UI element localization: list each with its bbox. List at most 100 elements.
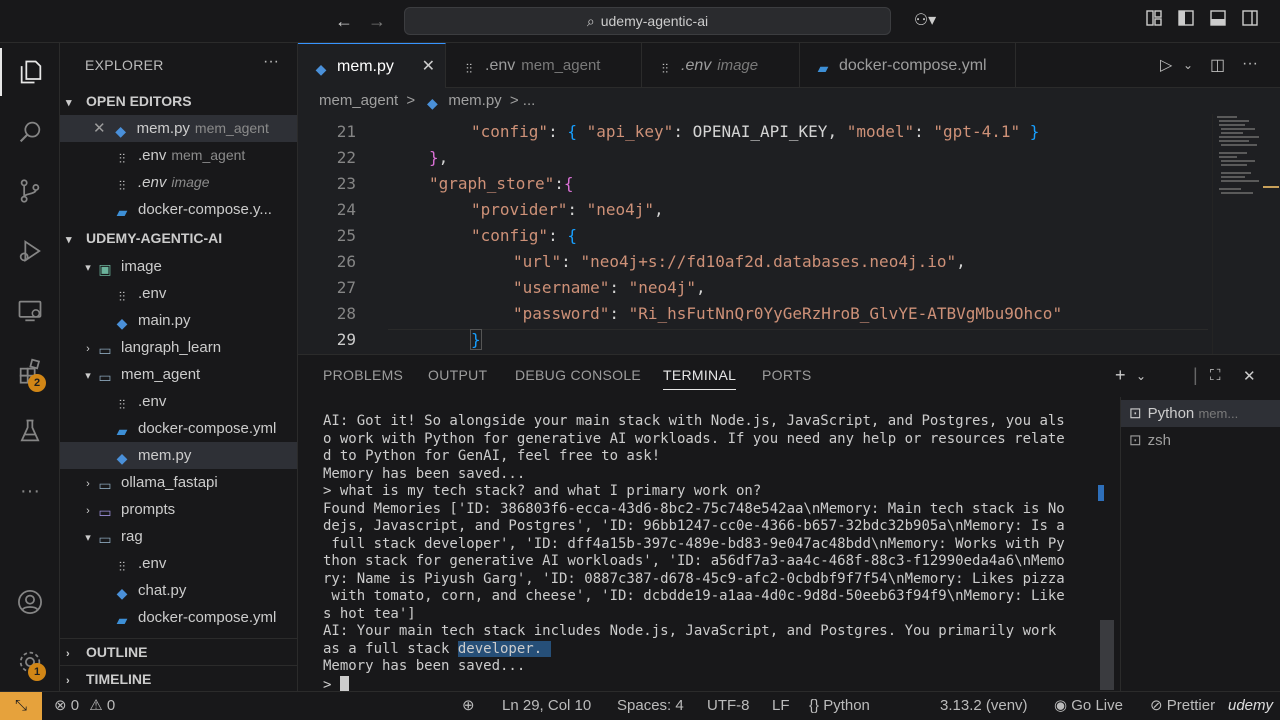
- terminal-scrollbar[interactable]: [1100, 620, 1114, 690]
- terminal-item-zsh[interactable]: ⊡ zsh: [1121, 427, 1280, 454]
- tab-terminal[interactable]: TERMINAL: [663, 367, 737, 390]
- terminal-line: AI: Got it! So alongside your main stack…: [323, 413, 1065, 429]
- settings-badge: 1: [28, 663, 46, 681]
- tree-file[interactable]: ▰ docker-compose.yml: [60, 415, 297, 442]
- split-editor-icon[interactable]: ◫: [1210, 55, 1225, 75]
- testing-flask-icon[interactable]: [0, 407, 60, 455]
- chevron-down-icon[interactable]: ⌄: [1136, 369, 1146, 383]
- copilot-icon[interactable]: ⚇▾: [905, 9, 945, 33]
- tree-file[interactable]: ◆ mem.py: [60, 442, 297, 469]
- encoding[interactable]: UTF-8: [707, 692, 750, 720]
- tree-file[interactable]: ⫶⫶ .env: [60, 280, 297, 307]
- open-editor-item[interactable]: ⫶⫶ .env image: [60, 169, 297, 196]
- go-live[interactable]: ◉ Go Live: [1054, 692, 1123, 720]
- customize-layout-icon[interactable]: [1142, 9, 1166, 33]
- env-file-icon: ⫶⫶: [118, 289, 126, 304]
- terminal-item-python[interactable]: ⊡ Python mem...: [1121, 400, 1280, 427]
- tree-file[interactable]: ▰ docker-compose.yml: [60, 604, 297, 631]
- new-terminal-plus-icon[interactable]: +: [1115, 365, 1126, 386]
- tree-folder[interactable]: › ▭ langraph_learn: [60, 334, 297, 361]
- env-file-icon: ⫶⫶: [118, 397, 126, 412]
- minimap[interactable]: [1212, 114, 1280, 354]
- remote-indicator-icon[interactable]: ⤡: [0, 692, 42, 720]
- indentation[interactable]: Spaces: 4: [617, 692, 684, 720]
- remote-explorer-icon[interactable]: [0, 287, 60, 335]
- prettier[interactable]: ⊘ Prettier: [1150, 692, 1215, 720]
- tree-file[interactable]: ⫶⫶ .env: [60, 388, 297, 415]
- more-actions-icon[interactable]: ···: [1242, 55, 1258, 73]
- python-interpreter[interactable]: 3.13.2 (venv): [940, 692, 1028, 720]
- more-dots-icon[interactable]: ···: [0, 467, 60, 515]
- source-control-icon[interactable]: [0, 167, 60, 215]
- settings-gear-icon[interactable]: 1: [0, 638, 60, 686]
- close-panel-icon[interactable]: ✕: [1243, 367, 1256, 385]
- zoom-icon[interactable]: ⊕: [462, 692, 475, 720]
- terminal-line: as a full stack developer.: [323, 640, 551, 657]
- chevron-down-icon[interactable]: ⌄: [1183, 58, 1193, 72]
- run-debug-icon[interactable]: [0, 227, 60, 275]
- folder-icon: ▭: [98, 342, 112, 358]
- cursor-position[interactable]: Ln 29, Col 10: [502, 692, 591, 720]
- outline-header[interactable]: › OUTLINE: [60, 638, 297, 664]
- tree-folder[interactable]: › ▭ ollama_fastapi: [60, 469, 297, 496]
- env-file-icon: ⫶⫶: [118, 559, 126, 574]
- terminal-output[interactable]: AI: Got it! So alongside your main stack…: [323, 413, 1093, 693]
- toggle-sidebar-icon[interactable]: [1174, 9, 1198, 33]
- search-icon[interactable]: [0, 108, 60, 156]
- tab-mem-py[interactable]: ◆ mem.py ✕: [298, 43, 446, 88]
- open-editor-item[interactable]: ⫶⫶ .env mem_agent: [60, 142, 297, 169]
- more-actions-icon[interactable]: ···: [263, 53, 279, 71]
- terminal-line: o work with Python for generative AI wor…: [323, 430, 1065, 447]
- open-editor-item[interactable]: ▰ docker-compose.y...: [60, 196, 297, 223]
- tree-file[interactable]: ⫶⫶ .env: [60, 550, 297, 577]
- tab-problems[interactable]: PROBLEMS: [323, 367, 403, 383]
- tree-folder[interactable]: ▾ ▭ rag: [60, 523, 297, 550]
- line-number: 24: [336, 200, 356, 219]
- language-mode[interactable]: {} Python: [809, 692, 870, 720]
- tree-folder[interactable]: ▾ ▭ mem_agent: [60, 361, 297, 388]
- explorer-icon[interactable]: [0, 48, 60, 96]
- breadcrumb-folder[interactable]: mem_agent: [319, 92, 398, 109]
- back-arrow-icon[interactable]: ←: [332, 9, 356, 33]
- close-icon[interactable]: ✕: [422, 44, 435, 89]
- line-number: 27: [336, 278, 356, 297]
- tab-debug-console[interactable]: DEBUG CONSOLE: [515, 367, 641, 383]
- tab-env-image[interactable]: ⫶⫶ .env image: [642, 43, 800, 88]
- workspace-header[interactable]: ▾ UDEMY-AGENTIC-AI: [60, 225, 297, 251]
- account-icon[interactable]: [0, 578, 60, 626]
- tab-ports[interactable]: PORTS: [762, 367, 811, 383]
- breadcrumb-file[interactable]: mem.py: [448, 92, 501, 109]
- warning-count: 0: [106, 697, 116, 714]
- env-file-icon: ⫶⫶: [465, 61, 473, 76]
- tab-output[interactable]: OUTPUT: [428, 367, 487, 383]
- chevron-down-icon: ▾: [66, 234, 72, 246]
- tree-file[interactable]: ◆ main.py: [60, 307, 297, 334]
- extensions-icon[interactable]: 2: [0, 347, 60, 395]
- open-editor-item[interactable]: ✕ ◆ mem.py mem_agent: [60, 115, 297, 142]
- timeline-header[interactable]: › TIMELINE: [60, 665, 297, 691]
- command-center-search[interactable]: ⌕ udemy-agentic-ai: [404, 7, 891, 35]
- code-line: "config": { "api_key": OPENAI_API_KEY, "…: [471, 122, 1040, 141]
- run-play-icon[interactable]: ▷: [1160, 55, 1172, 75]
- open-editors-header[interactable]: ▾ OPEN EDITORS: [60, 88, 297, 114]
- end-of-line[interactable]: LF: [772, 692, 790, 720]
- toggle-panel-icon[interactable]: [1206, 9, 1230, 33]
- maximize-panel-icon[interactable]: ⛶: [1210, 367, 1221, 384]
- terminal-line: with tomato, corn, and cheese', 'ID: dcb…: [323, 588, 1065, 604]
- tree-label: chat.py: [138, 582, 187, 599]
- tree-folder[interactable]: ▾ ▣ image: [60, 253, 297, 280]
- folder-open-icon: ▣: [98, 261, 112, 277]
- code-editor[interactable]: 21 22 23 24 25 26 27 28 29 "config": { "…: [298, 114, 1280, 354]
- tree-folder[interactable]: › ▭ prompts: [60, 496, 297, 523]
- extensions-badge: 2: [28, 374, 46, 392]
- tab-docker-compose[interactable]: ▰ docker-compose.yml: [800, 43, 1016, 88]
- terminal-line: ry: Name is Piyush Garg', 'ID: 0887c387-…: [323, 570, 1065, 587]
- tab-env-mem-agent[interactable]: ⫶⫶ .env mem_agent: [446, 43, 642, 88]
- breadcrumb-tail[interactable]: > ...: [510, 92, 535, 109]
- close-icon[interactable]: ✕: [93, 120, 106, 137]
- timeline-label: TIMELINE: [86, 671, 152, 687]
- toggle-secondary-sidebar-icon[interactable]: [1238, 9, 1262, 33]
- tree-file[interactable]: ◆ chat.py: [60, 577, 297, 604]
- problems-status[interactable]: ⊗ 0 ⚠ 0: [54, 692, 115, 720]
- forward-arrow-icon[interactable]: →: [365, 9, 389, 33]
